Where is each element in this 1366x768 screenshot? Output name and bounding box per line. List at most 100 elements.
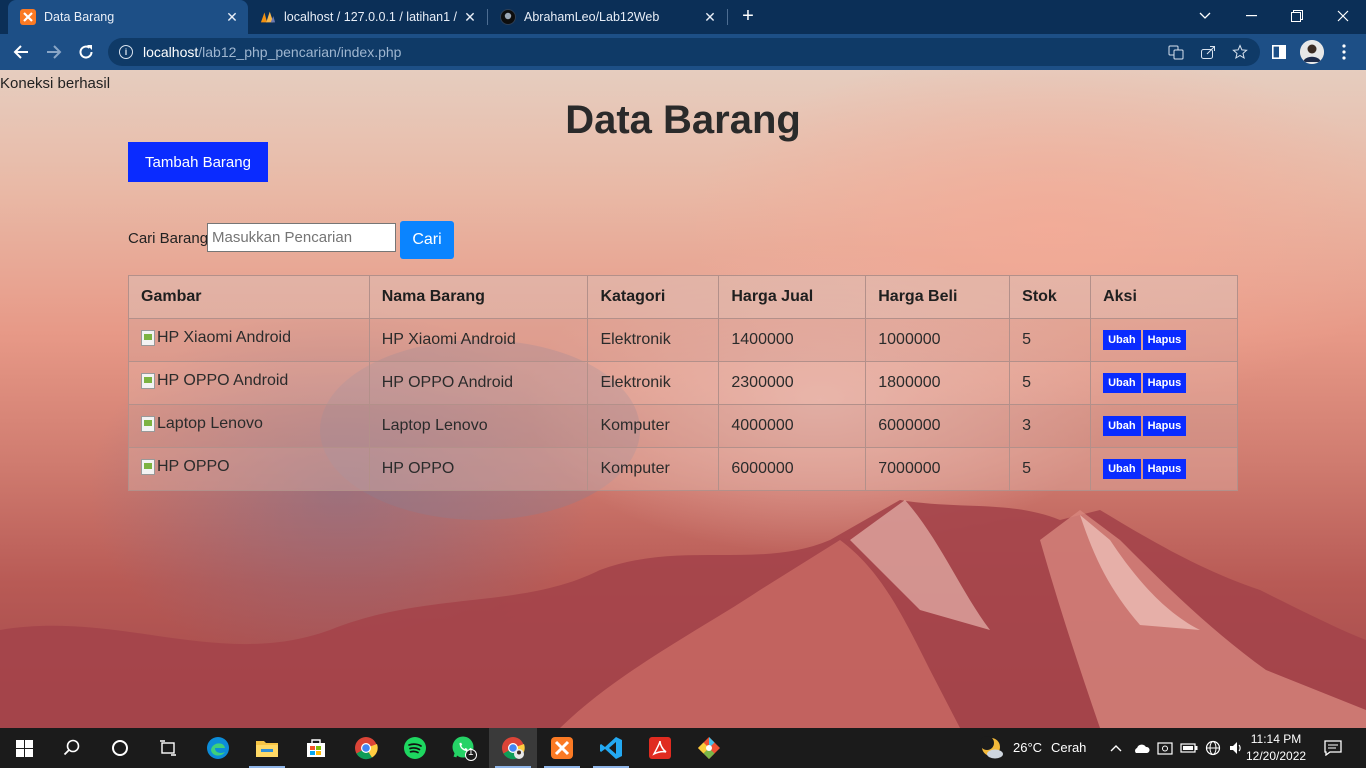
delete-button[interactable]: Hapus (1142, 373, 1187, 393)
cell-aksi: Ubah Hapus (1090, 447, 1238, 491)
gitkraken-icon[interactable] (685, 728, 733, 768)
back-arrow-icon[interactable] (9, 40, 33, 64)
volume-icon[interactable] (1224, 728, 1248, 768)
vscode-icon[interactable] (587, 728, 635, 768)
browser-tab-strip: Data Barang ✕ localhost / 127.0.0.1 / la… (0, 0, 1366, 34)
minimize-icon[interactable] (1228, 0, 1274, 32)
acrobat-icon[interactable] (636, 728, 684, 768)
tab-phpmyadmin[interactable]: localhost / 127.0.0.1 / latihan1 / c ✕ (248, 0, 486, 34)
delete-button[interactable]: Hapus (1142, 330, 1187, 350)
profile-avatar[interactable] (1300, 40, 1324, 64)
tray-chevron-up-icon[interactable] (1106, 728, 1126, 768)
battery-icon[interactable] (1177, 728, 1201, 768)
connection-status: Koneksi berhasil (0, 75, 111, 92)
search-input[interactable] (207, 223, 396, 252)
bookmark-star-icon[interactable] (1228, 38, 1252, 66)
column-header-nama-barang: Nama Barang (368, 275, 589, 319)
search-label: Cari Barang (128, 230, 209, 247)
tab-title: AbrahamLeo/Lab12Web (524, 10, 660, 24)
browser-toolbar: i localhost/lab12_php_pencarian/index.ph… (0, 34, 1366, 70)
close-icon[interactable]: ✕ (700, 9, 720, 26)
windows-start-icon[interactable] (0, 728, 48, 768)
site-info-icon[interactable]: i (119, 45, 133, 59)
product-image: HP OPPO (141, 458, 230, 476)
cell-harga-jual: 6000000 (718, 447, 867, 491)
tab-separator (727, 9, 728, 25)
cortana-icon[interactable] (96, 728, 144, 768)
cell-harga-beli: 6000000 (865, 404, 1011, 448)
menu-dots-icon[interactable] (1332, 40, 1356, 64)
store-icon[interactable] (292, 728, 340, 768)
edit-button[interactable]: Ubah (1103, 459, 1141, 479)
tab-title: Data Barang (44, 10, 115, 24)
cell-katagori: Elektronik (587, 318, 720, 362)
spotify-icon[interactable] (391, 728, 439, 768)
cell-aksi: Ubah Hapus (1090, 318, 1238, 362)
xampp-taskbar-icon[interactable] (538, 728, 586, 768)
column-header-harga-jual: Harga Jual (718, 275, 867, 319)
url-host: localhost (143, 44, 199, 60)
add-item-button[interactable]: Tambah Barang (128, 142, 268, 182)
broken-image-icon (141, 373, 155, 389)
cell-harga-jual: 2300000 (718, 361, 867, 405)
edge-icon[interactable] (194, 728, 242, 768)
cell-aksi: Ubah Hapus (1090, 404, 1238, 448)
cell-stok: 3 (1009, 404, 1092, 448)
whatsapp-icon[interactable]: 1 (440, 728, 488, 768)
cell-katagori: Komputer (587, 404, 720, 448)
notification-center-icon[interactable] (1318, 728, 1348, 768)
delete-button[interactable]: Hapus (1142, 416, 1187, 436)
weather-temperature: 26°C (1013, 740, 1043, 755)
network-globe-icon[interactable] (1201, 728, 1225, 768)
product-image: Laptop Lenovo (141, 415, 263, 433)
product-image: HP OPPO Android (141, 372, 288, 390)
items-table: Gambar Nama Barang Katagori Harga Jual H… (128, 275, 1238, 491)
address-bar[interactable]: i localhost/lab12_php_pencarian/index.ph… (108, 38, 1260, 66)
phpmyadmin-icon (260, 9, 276, 25)
tab-search-chevron-icon[interactable] (1182, 0, 1228, 32)
taskbar-clock[interactable]: 11:14 PM 12/20/2022 (1246, 731, 1306, 765)
search-button[interactable]: Cari (400, 221, 454, 259)
edit-button[interactable]: Ubah (1103, 330, 1141, 350)
share-icon[interactable] (1196, 38, 1220, 66)
forward-arrow-icon[interactable] (42, 40, 66, 64)
page-title: Data Barang (565, 98, 801, 142)
weather-description: Cerah (1051, 740, 1087, 755)
cell-harga-jual: 4000000 (718, 404, 867, 448)
clock-time: 11:14 PM (1250, 732, 1302, 746)
edit-button[interactable]: Ubah (1103, 373, 1141, 393)
search-icon[interactable] (48, 728, 96, 768)
side-panel-icon[interactable] (1267, 40, 1291, 64)
window-close-icon[interactable] (1320, 0, 1366, 32)
broken-image-icon (141, 330, 155, 346)
cell-stok: 5 (1009, 361, 1092, 405)
tab-title: localhost / 127.0.0.1 / latihan1 / c (284, 10, 460, 24)
meet-now-icon[interactable] (1153, 728, 1177, 768)
close-icon[interactable]: ✕ (222, 9, 242, 26)
restore-icon[interactable] (1274, 0, 1320, 32)
tab-data-barang[interactable]: Data Barang ✕ (8, 0, 248, 34)
chrome-icon[interactable] (342, 728, 390, 768)
broken-image-icon (141, 459, 155, 475)
onedrive-cloud-icon[interactable] (1129, 728, 1153, 768)
table-row: HP OPPO Android HP OPPO Android Elektron… (128, 361, 1238, 405)
column-header-aksi: Aksi (1090, 275, 1238, 319)
column-header-harga-beli: Harga Beli (865, 275, 1011, 319)
task-view-icon[interactable] (144, 728, 192, 768)
translate-icon[interactable] (1164, 38, 1188, 66)
page-content: Koneksi berhasil Data Barang Tambah Bara… (0, 70, 1366, 728)
reload-icon[interactable] (74, 40, 98, 64)
weather-moon-icon[interactable] (972, 728, 1012, 768)
cell-nama-barang: HP OPPO (368, 447, 589, 491)
cell-harga-jual: 1400000 (718, 318, 867, 362)
file-explorer-icon[interactable] (243, 728, 291, 768)
close-icon[interactable]: ✕ (460, 9, 480, 26)
delete-button[interactable]: Hapus (1142, 459, 1187, 479)
edit-button[interactable]: Ubah (1103, 416, 1141, 436)
notification-badge: 1 (468, 747, 474, 758)
xampp-icon (20, 9, 36, 25)
tab-github[interactable]: AbrahamLeo/Lab12Web ✕ (488, 0, 726, 34)
chrome-profile-icon[interactable] (489, 728, 537, 768)
cell-nama-barang: Laptop Lenovo (368, 404, 589, 448)
new-tab-button[interactable]: + (736, 5, 760, 29)
